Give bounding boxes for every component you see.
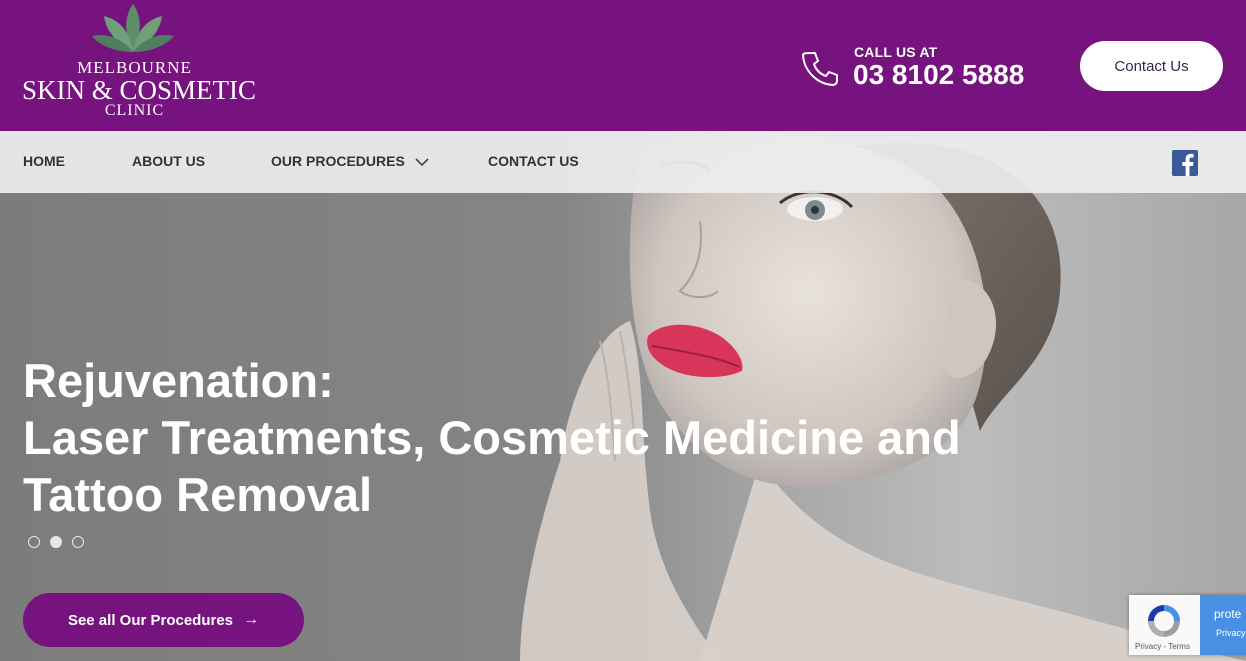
see-all-procedures-button[interactable]: See all Our Procedures → — [23, 593, 304, 647]
hero-heading-line: Tattoo Removal — [23, 468, 373, 521]
recaptcha-info-panel: prote Privacy — [1200, 595, 1246, 655]
recaptcha-badge[interactable]: Privacy - Terms prote Privacy — [1129, 595, 1246, 655]
slider-dot-2[interactable] — [50, 536, 62, 548]
see-all-procedures-label: See all Our Procedures — [67, 611, 234, 629]
facebook-icon[interactable] — [1172, 150, 1198, 176]
nav-item-about-us[interactable]: ABOUT US — [132, 153, 205, 169]
arrow-right-icon: → — [243, 611, 260, 628]
hero-heading-line: Rejuvenation: — [23, 354, 334, 407]
main-navigation: HOME ABOUT US OUR PROCEDURES CONTACT US — [0, 131, 1246, 193]
recaptcha-icon — [1148, 605, 1180, 637]
phone-number-link[interactable]: 03 8102 5888 — [853, 59, 1024, 91]
chevron-down-icon — [415, 158, 429, 166]
nav-item-contact-us[interactable]: CONTACT US — [488, 153, 579, 169]
hero-heading-line: Laser Treatments, Cosmetic Medicine and — [23, 411, 961, 464]
nav-item-label: ABOUT US — [132, 153, 206, 169]
nav-item-home[interactable]: HOME — [23, 153, 65, 169]
recaptcha-protected-text: prote — [1214, 607, 1242, 621]
slider-dot-3[interactable] — [72, 536, 84, 548]
nav-item-label: CONTACT US — [488, 153, 579, 169]
logo-text-clinic: CLINIC — [104, 102, 165, 119]
clinic-logo[interactable]: MELBOURNE SKIN & COSMETIC CLINIC — [22, 2, 256, 122]
lotus-leaves-icon — [92, 4, 174, 52]
phone-icon — [802, 52, 838, 86]
recaptcha-privacy-terms[interactable]: Privacy - Terms — [1135, 642, 1190, 651]
nav-item-label: OUR PROCEDURES — [271, 153, 405, 169]
nav-item-our-procedures[interactable]: OUR PROCEDURES — [271, 153, 429, 169]
contact-us-button[interactable]: Contact Us — [1080, 41, 1223, 91]
recaptcha-privacy-text: Privacy — [1216, 628, 1246, 638]
hero-heading: Rejuvenation: Laser Treatments, Cosmetic… — [23, 352, 1073, 523]
slider-dot-1[interactable] — [28, 536, 40, 548]
nav-item-label: HOME — [23, 153, 65, 169]
call-us-label: CALL US AT — [854, 44, 938, 60]
site-header: MELBOURNE SKIN & COSMETIC CLINIC CALL US… — [0, 0, 1246, 131]
